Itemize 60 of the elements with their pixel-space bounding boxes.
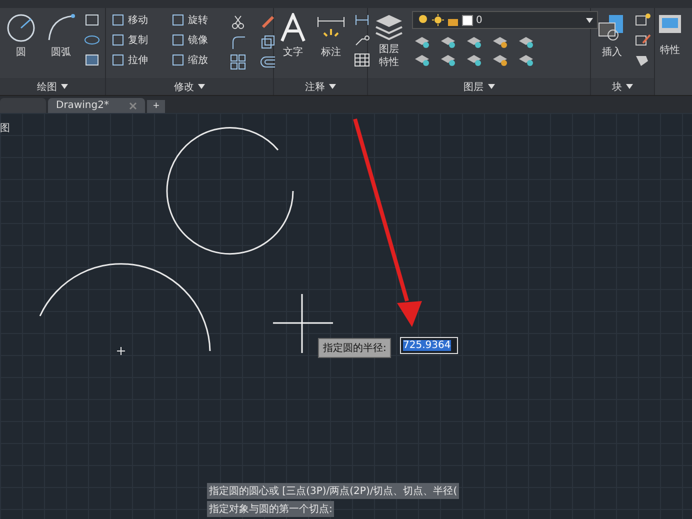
tool-button[interactable]: 旋转 [170,10,230,30]
offset-icon[interactable] [260,54,276,70]
caret-icon [586,18,593,22]
rectangle-icon[interactable] [84,13,100,27]
tool-button[interactable]: 镜像 [170,30,230,50]
ellipse-icon[interactable] [84,33,100,47]
ribbon-button[interactable]: 插入 [595,11,629,78]
eraser-icon[interactable] [260,14,276,30]
new-tab-button[interactable]: + [146,100,166,113]
letter-icon [280,13,306,43]
attribute-icon[interactable] [635,53,651,67]
arc-icon [46,13,76,43]
copy-icon[interactable] [260,34,276,50]
ribbon-button[interactable]: 圆 [4,11,38,78]
tool-icon [172,54,184,66]
table-icon[interactable] [354,53,370,67]
lightbulb-icon [417,14,429,26]
tool-button[interactable]: 复制 [110,30,170,50]
panel-title[interactable]: 注释 [305,80,325,94]
tool-icon [112,34,124,46]
layer-dropdown[interactable]: 0 [412,11,598,29]
radius-input-field[interactable]: 725.9364 [400,337,458,354]
caret-icon[interactable] [61,84,68,89]
caret-icon[interactable] [198,84,205,89]
ribbon-button[interactable]: 文字 [278,11,308,78]
panel-title[interactable]: 图层 [464,80,484,94]
caret-icon[interactable] [329,84,336,89]
panel-title[interactable]: 绘图 [37,80,57,94]
file-tab[interactable]: Drawing2* [48,98,145,113]
hatch-icon[interactable] [84,53,100,67]
tool-icon [112,54,124,66]
panel-title[interactable]: 块 [612,80,622,94]
scissors-icon[interactable] [230,14,246,30]
caret-icon[interactable] [626,84,633,89]
crosshair-cursor [272,293,334,354]
caret-icon[interactable] [488,84,494,89]
tool-button[interactable]: 拉伸 [110,50,170,70]
tool-button[interactable]: 缩放 [170,50,230,70]
tool-icon [172,14,184,26]
dynamic-input-prompt: 指定圆的半径: [318,338,392,358]
ribbon-button[interactable]: 图层特性 [372,11,406,78]
block-edit-icon[interactable] [635,33,651,47]
circle-icon [6,13,36,43]
tool-icon [112,14,124,26]
ribbon-button[interactable]: 标注 [314,11,348,78]
panel-title[interactable]: 修改 [174,80,194,94]
tool-icon [172,34,184,46]
ribbon-button[interactable]: 特性 [655,11,685,95]
fillet-icon[interactable] [230,34,246,50]
center-mark-icon [116,346,126,356]
layers-icon [374,13,404,41]
tool-button[interactable]: 移动 [110,10,170,30]
linear-dimension-icon[interactable] [354,13,370,27]
color-swatch-icon [462,14,473,26]
leader-icon[interactable] [354,33,370,47]
sun-icon [432,14,444,26]
array-icon[interactable] [230,54,246,70]
ribbon-button[interactable]: 圆弧 [44,11,78,78]
block-create-icon[interactable] [635,13,651,27]
viewport-label[interactable]: 图 [0,121,10,135]
